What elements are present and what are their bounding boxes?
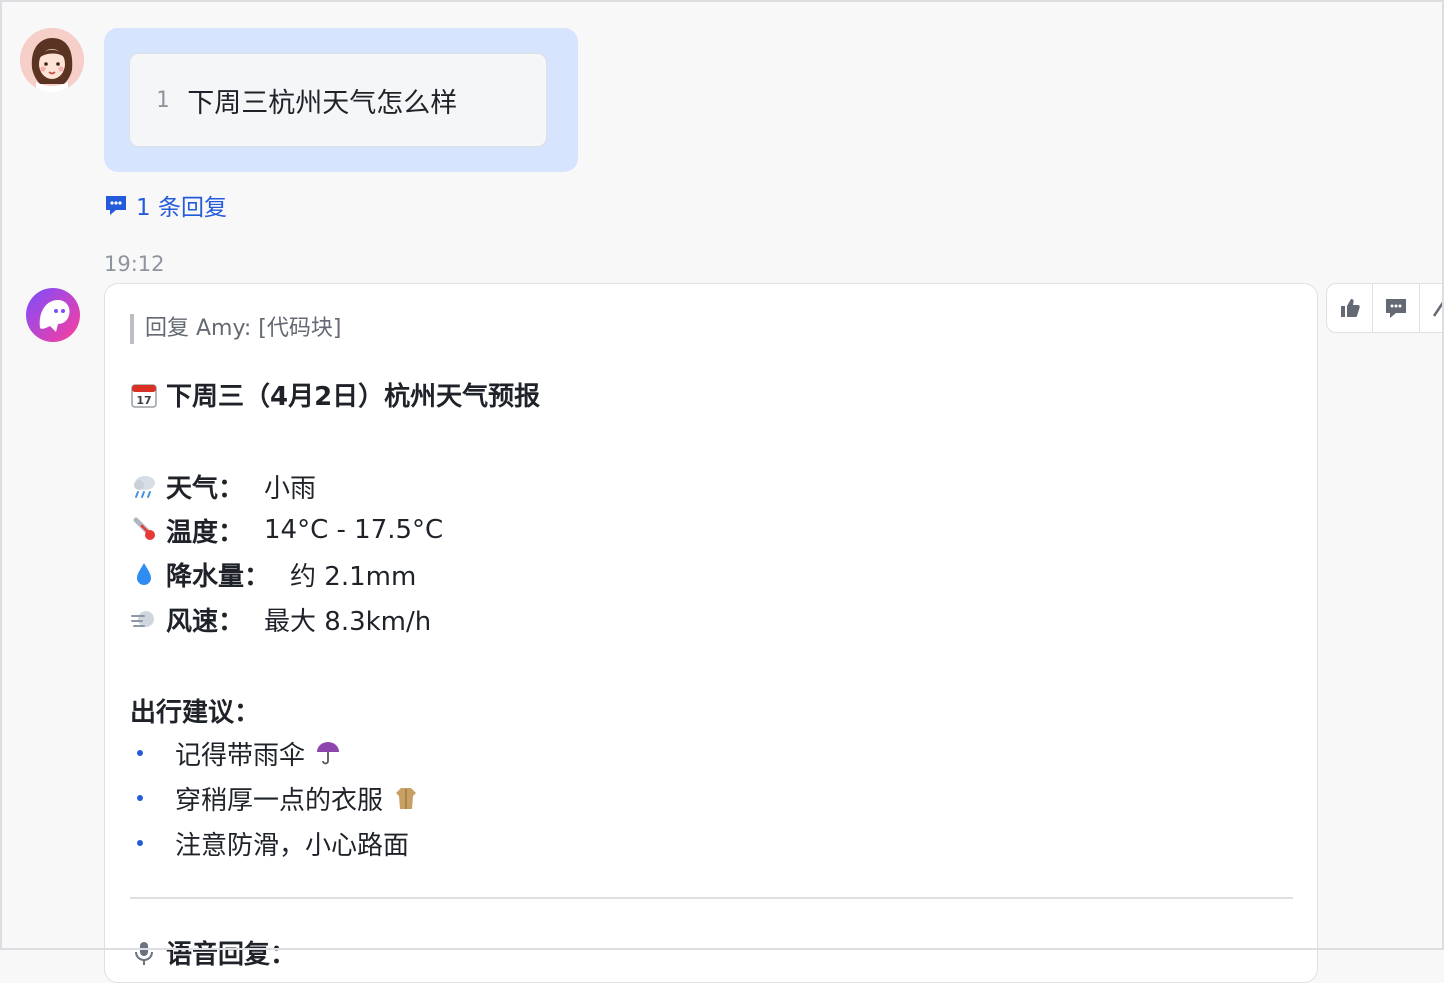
precipitation-row: 降水量： 约 2.1mm [130, 554, 416, 594]
comment-icon [1385, 299, 1406, 318]
suggestion-item: 记得带雨伞 [137, 733, 341, 773]
more-button[interactable] [1420, 284, 1444, 332]
wind-icon [131, 611, 154, 627]
calendar-icon: 17 [131, 383, 157, 408]
rain-cloud-icon [134, 476, 155, 498]
umbrella-icon [317, 742, 340, 765]
suggestion-text: 注意防滑，小心路面 [175, 830, 410, 861]
code-block[interactable]: 1 下周三杭州天气怎么样 [129, 53, 547, 147]
thread-reply-label: 1 条回复 [136, 195, 227, 221]
code-line-text: 下周三杭州天气怎么样 [187, 87, 458, 119]
suggestion-item: 穿稍厚一点的衣服 [137, 778, 419, 818]
voice-reply-label: 语音回复： [166, 940, 297, 970]
wind-value: 最大 8.3km/h [264, 606, 432, 637]
temperature-value: 14°C - 17.5°C [264, 515, 444, 545]
wind-row: 风速： 最大 8.3km/h [130, 599, 431, 639]
wind-label: 风速： [166, 606, 245, 637]
precipitation-value: 约 2.1mm [290, 561, 417, 592]
thermometer-icon [133, 517, 155, 540]
suggestion-title: 出行建议： [130, 698, 261, 728]
bot-reply-card: 回复 Amy: [代码块] 17 下周三（4月2日）杭州天气预报 天气： 小雨 … [104, 283, 1318, 983]
temperature-label: 温度： [166, 517, 245, 548]
coat-icon [396, 788, 417, 809]
suggestion-item: 注意防滑，小心路面 [137, 823, 409, 863]
bullet-dot [137, 840, 143, 846]
suggestion-text: 穿稍厚一点的衣服 [175, 785, 384, 816]
thread-comment-icon [106, 196, 126, 215]
thread-reply-link[interactable]: 1 条回复 [104, 190, 227, 221]
svg-text:17: 17 [136, 394, 151, 407]
bullet-dot [137, 750, 143, 756]
suggestion-text: 记得带雨伞 [175, 740, 306, 771]
forecast-title-text: 下周三（4月2日）杭州天气预报 [166, 382, 541, 412]
user-avatar[interactable] [20, 28, 84, 92]
weather-row: 天气： 小雨 [130, 466, 316, 506]
weather-value: 小雨 [264, 473, 317, 504]
voice-reply-row: 语音回复： [130, 934, 296, 971]
more-icon [1433, 301, 1444, 317]
message-action-toolbar [1326, 283, 1444, 333]
microphone-icon [135, 941, 153, 965]
droplet-icon [137, 563, 151, 585]
message-timestamp: 19:12 [104, 252, 165, 276]
code-line-number: 1 [156, 87, 170, 113]
thumbs-up-icon [1340, 299, 1360, 317]
reply-quote[interactable]: 回复 Amy: [代码块] [130, 314, 341, 344]
section-divider [130, 897, 1293, 899]
user-message-bubble: 1 下周三杭州天气怎么样 [104, 28, 578, 172]
weather-label: 天气： [166, 473, 245, 504]
bot-avatar[interactable] [26, 288, 80, 342]
precipitation-label: 降水量： [166, 561, 271, 592]
thumbs-up-button[interactable] [1327, 284, 1374, 332]
comment-button[interactable] [1373, 284, 1420, 332]
forecast-title: 17 下周三（4月2日）杭州天气预报 [130, 376, 540, 413]
bullet-dot [137, 795, 143, 801]
temperature-row: 温度： 14°C - 17.5°C [130, 510, 443, 550]
